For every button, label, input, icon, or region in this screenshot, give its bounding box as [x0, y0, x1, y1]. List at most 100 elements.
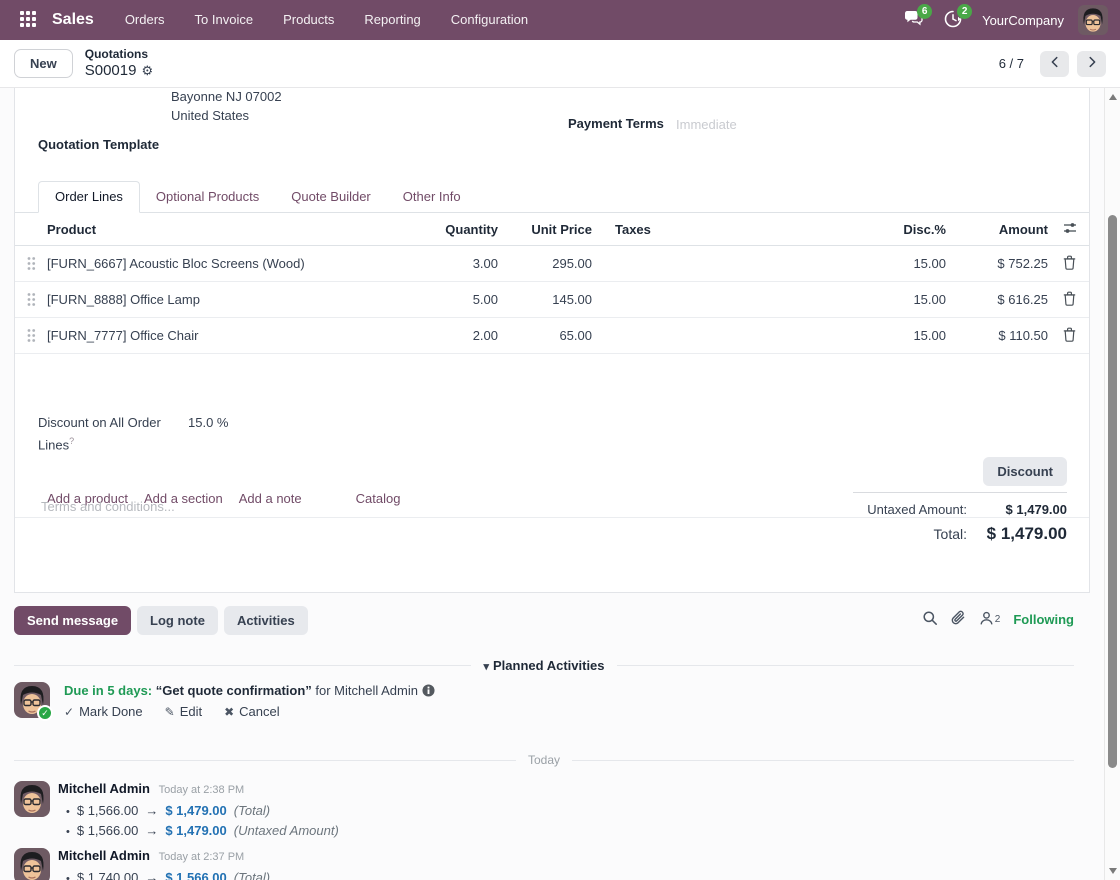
planned-activities-toggle[interactable]: ▾Planned Activities [483, 658, 604, 673]
trash-icon [1063, 327, 1076, 345]
header-discount[interactable]: Disc.% [859, 222, 959, 237]
message-author[interactable]: Mitchell Admin [58, 848, 150, 863]
tab-other-info[interactable]: Other Info [387, 182, 477, 212]
catalog-link[interactable]: Catalog [356, 491, 401, 506]
menu-products[interactable]: Products [270, 0, 347, 40]
paperclip-icon [951, 610, 966, 629]
cell-quantity[interactable]: 5.00 [420, 292, 510, 307]
drag-handle[interactable] [15, 327, 47, 344]
tab-quote-builder[interactable]: Quote Builder [275, 182, 387, 212]
pager-previous-button[interactable] [1040, 51, 1069, 77]
send-message-button[interactable]: Send message [14, 606, 131, 635]
cancel-activity-button[interactable]: ✖ Cancel [224, 704, 280, 719]
customer-address-country: United States [171, 108, 249, 123]
cell-quantity[interactable]: 3.00 [420, 256, 510, 271]
header-product[interactable]: Product [47, 222, 420, 237]
caret-down-icon: ▾ [483, 661, 489, 673]
new-button[interactable]: New [14, 49, 73, 78]
scroll-down-icon[interactable] [1109, 868, 1117, 874]
activity-assignee: for Mitchell Admin [315, 683, 418, 698]
help-question-icon[interactable]: ? [69, 436, 74, 446]
chatter-buttons: Send message Log note Activities [14, 606, 308, 635]
activities-menu-button[interactable]: 2 [938, 5, 968, 35]
payment-terms-field[interactable]: Immediate [676, 117, 737, 132]
search-messages-button[interactable] [922, 610, 938, 629]
user-avatar[interactable] [1078, 5, 1108, 35]
pencil-icon: ✎ [165, 705, 175, 719]
activities-count-badge: 2 [957, 4, 972, 19]
tracking-field-name: (Untaxed Amount) [234, 823, 339, 838]
tracking-old-value: $ 1,566.00 [77, 803, 138, 818]
bullet-icon: • [66, 873, 70, 880]
payment-terms-label: Payment Terms [568, 116, 664, 131]
following-toggle[interactable]: Following [1013, 612, 1074, 627]
table-row[interactable]: [FURN_8888] Office Lamp 5.00 145.00 15.0… [15, 282, 1089, 318]
arrow-right-icon: → [145, 870, 158, 880]
drag-handle[interactable] [15, 291, 47, 308]
header-unit-price[interactable]: Unit Price [510, 222, 604, 237]
tab-order-lines[interactable]: Order Lines [38, 181, 140, 213]
drag-dots-icon [25, 291, 37, 308]
cell-product[interactable]: [FURN_8888] Office Lamp [47, 292, 420, 307]
apps-menu-button[interactable] [12, 4, 44, 36]
planned-activity-item: ✓ Due in 5 days: “Get quote confirmation… [14, 682, 435, 719]
cell-discount[interactable]: 15.00 [859, 292, 959, 307]
search-icon [922, 610, 938, 629]
table-row[interactable]: [FURN_6667] Acoustic Bloc Screens (Wood)… [15, 246, 1089, 282]
menu-orders[interactable]: Orders [112, 0, 178, 40]
messages-menu-button[interactable]: 6 [898, 5, 928, 35]
record-name: S00019 [85, 62, 137, 81]
message-avatar[interactable] [14, 781, 50, 817]
message-author[interactable]: Mitchell Admin [58, 781, 150, 796]
message-avatar[interactable] [14, 848, 50, 880]
app-name[interactable]: Sales [52, 11, 94, 29]
followers-button[interactable]: 2 [979, 611, 1001, 629]
discount-field-value[interactable]: 15.0 % [188, 414, 228, 454]
header-quantity[interactable]: Quantity [420, 222, 510, 237]
tab-optional-products[interactable]: Optional Products [140, 182, 275, 212]
delete-row-button[interactable] [1061, 255, 1089, 273]
optional-columns-button[interactable] [1061, 221, 1089, 238]
delete-row-button[interactable] [1061, 327, 1089, 345]
breadcrumb-quotations[interactable]: Quotations [85, 47, 153, 62]
log-note-button[interactable]: Log note [137, 606, 218, 635]
activities-button[interactable]: Activities [224, 606, 308, 635]
header-taxes[interactable]: Taxes [604, 222, 859, 237]
menu-reporting[interactable]: Reporting [351, 0, 433, 40]
activity-avatar[interactable]: ✓ [14, 682, 50, 718]
cell-unit-price[interactable]: 295.00 [510, 256, 604, 271]
cell-discount[interactable]: 15.00 [859, 328, 959, 343]
table-row[interactable]: [FURN_7777] Office Chair 2.00 65.00 15.0… [15, 318, 1089, 354]
scroll-up-icon[interactable] [1109, 94, 1117, 100]
drag-dots-icon [25, 327, 37, 344]
company-name[interactable]: YourCompany [982, 13, 1064, 28]
menu-to-invoice[interactable]: To Invoice [182, 0, 267, 40]
cell-discount[interactable]: 15.00 [859, 256, 959, 271]
cell-quantity[interactable]: 2.00 [420, 328, 510, 343]
cell-unit-price[interactable]: 65.00 [510, 328, 604, 343]
gear-icon[interactable]: ⚙ [141, 63, 153, 79]
bullet-icon: • [66, 826, 70, 838]
chevron-left-icon [1048, 55, 1062, 72]
cell-product[interactable]: [FURN_7777] Office Chair [47, 328, 420, 343]
edit-activity-button[interactable]: ✎ Edit [165, 704, 202, 719]
tracking-old-value: $ 1,740.00 [77, 870, 138, 880]
discount-button[interactable]: Discount [983, 457, 1067, 486]
header-amount[interactable]: Amount [959, 222, 1061, 237]
scrollbar-thumb[interactable] [1108, 215, 1117, 768]
info-icon[interactable] [422, 683, 435, 698]
mark-done-button[interactable]: ✓ Mark Done [64, 704, 143, 719]
cell-unit-price[interactable]: 145.00 [510, 292, 604, 307]
menu-configuration[interactable]: Configuration [438, 0, 541, 40]
pager-next-button[interactable] [1077, 51, 1106, 77]
terms-and-conditions-field[interactable]: Terms and conditions... [41, 499, 175, 514]
cell-product[interactable]: [FURN_6667] Acoustic Bloc Screens (Wood) [47, 256, 420, 271]
attach-files-button[interactable] [951, 610, 966, 629]
tracking-old-value: $ 1,566.00 [77, 823, 138, 838]
vertical-scrollbar[interactable] [1104, 88, 1120, 880]
trash-icon [1063, 291, 1076, 309]
delete-row-button[interactable] [1061, 291, 1089, 309]
add-a-note-link[interactable]: Add a note [239, 491, 302, 506]
drag-handle[interactable] [15, 255, 47, 272]
sliders-icon [1063, 221, 1077, 238]
